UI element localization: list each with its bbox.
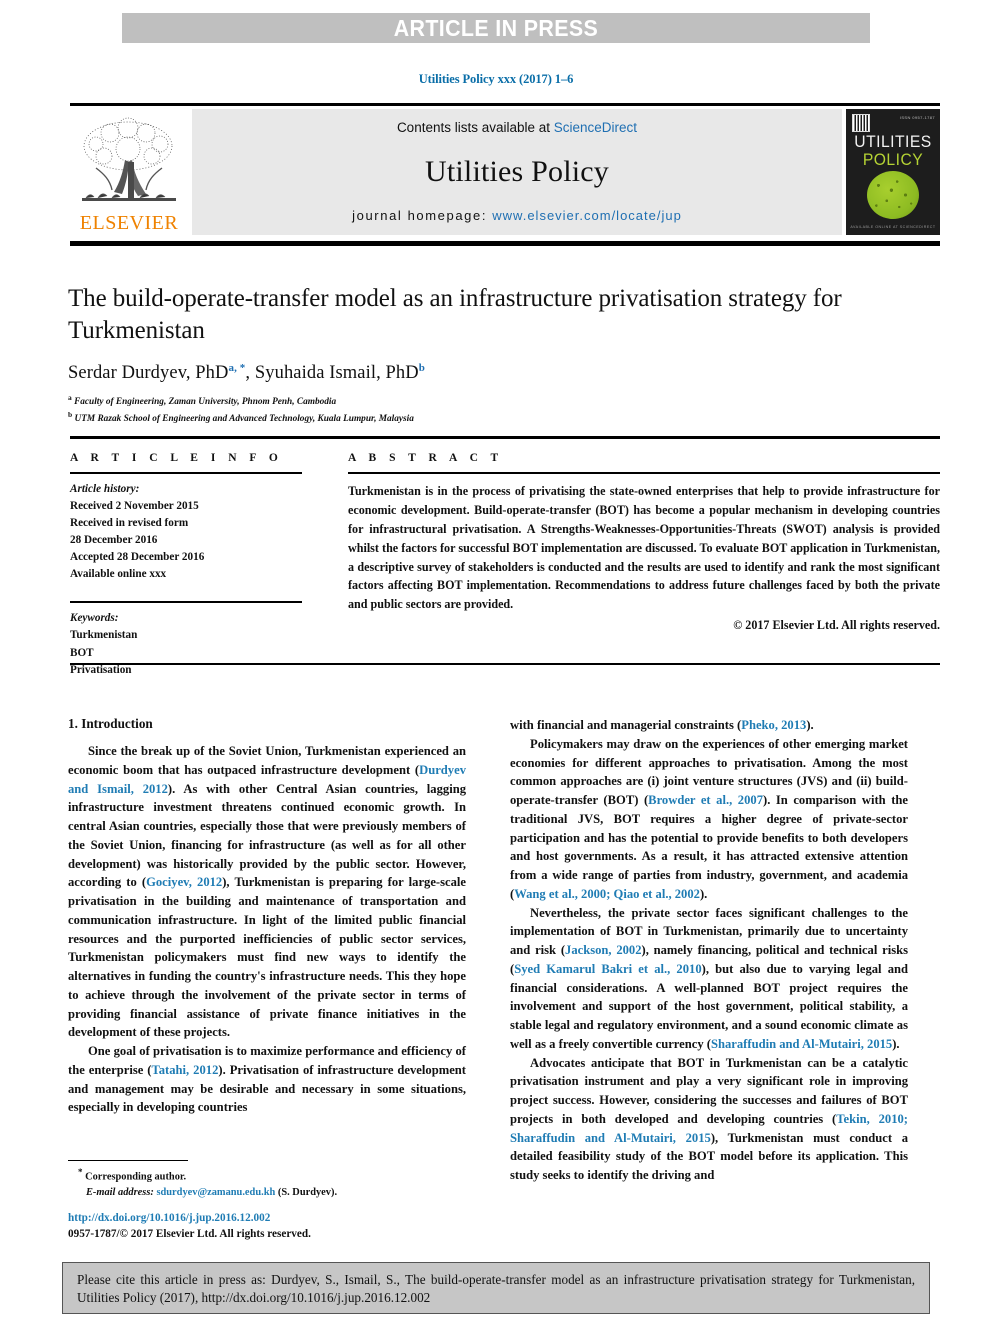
contents-panel: Contents lists available at ScienceDirec… (192, 109, 842, 235)
cite-this-article-text: Please cite this article in press as: Du… (77, 1272, 915, 1305)
history-item: Available online xxx (70, 568, 167, 581)
paragraph: One goal of privatisation is to maximize… (68, 1042, 466, 1117)
abstract-heading: A B S T R A C T (348, 452, 504, 464)
author-one-affiliation-marker[interactable]: a, * (229, 362, 246, 374)
email-link[interactable]: sdurdyev@zamanu.edu.kh (156, 1187, 275, 1198)
footnote-rule (68, 1160, 188, 1162)
email-owner: (S. Durdyev). (277, 1187, 338, 1199)
article-history: Article history: Received 2 November 201… (70, 481, 302, 583)
abstract-rule (348, 472, 940, 475)
homepage-prefix: journal homepage: (352, 208, 493, 223)
history-item: Accepted 28 December 2016 (70, 551, 205, 564)
abstract-copyright: © 2017 Elsevier Ltd. All rights reserved… (733, 618, 940, 633)
cover-title-line2: POLICY (862, 151, 924, 169)
article-info-rule (70, 472, 302, 475)
cover-title-line1: UTILITIES (854, 133, 932, 151)
cover-green-sphere-graphic (867, 171, 919, 219)
journal-title: Utilities Policy (424, 154, 610, 188)
affiliation-b-marker: b (68, 409, 73, 419)
affiliation-a-marker: a (68, 393, 72, 403)
journal-homepage-link[interactable]: www.elsevier.com/locate/jup (492, 208, 682, 223)
keyword-item: Turkmenistan (70, 629, 138, 642)
article-in-press-label: ARTICLE IN PRESS (393, 14, 599, 41)
abstract-text: Turkmenistan is in the process of privat… (348, 484, 940, 612)
paragraph-text: ), Turkmenistan is preparing for large-s… (68, 875, 466, 1040)
journal-homepage-line: journal homepage: www.elsevier.com/locat… (352, 208, 682, 223)
keywords-label: Keywords: (70, 612, 119, 625)
paragraph: Nevertheless, the private sector faces s… (510, 904, 908, 1054)
affiliations: a Faculty of Engineering, Zaman Universi… (68, 393, 940, 426)
article-in-press-banner: ARTICLE IN PRESS (122, 13, 870, 43)
affiliation-a-text: Faculty of Engineering, Zaman University… (74, 397, 337, 408)
barcode-icon (852, 114, 870, 132)
elsevier-wordmark: ELSEVIER (79, 212, 179, 234)
title-block: The build-operate-transfer model as an i… (68, 283, 940, 426)
citation-link[interactable]: Sharaffudin and Al-Mutairi, 2015 (711, 1037, 892, 1051)
affiliation-a: a Faculty of Engineering, Zaman Universi… (68, 393, 940, 410)
paragraph-text: ). As with other Central Asian countries… (68, 781, 467, 890)
contents-available-line: Contents lists available at ScienceDirec… (397, 120, 637, 135)
cover-issn-label: ISSN 0957-1787 (899, 115, 935, 120)
affiliation-b: b UTM Razak School of Engineering and Ad… (68, 410, 940, 427)
citation-link[interactable]: Gociyev, 2012 (146, 875, 222, 889)
elsevier-tree-icon (82, 117, 176, 201)
doi-link[interactable]: http://dx.doi.org/10.1016/j.jup.2016.12.… (68, 1210, 466, 1226)
sciencedirect-link[interactable]: ScienceDirect (554, 120, 637, 135)
paragraph-text: ). In comparison with the traditional JV… (510, 793, 908, 901)
affiliation-b-text: UTM Razak School of Engineering and Adva… (74, 413, 414, 424)
article-history-label: Article history: (70, 483, 140, 496)
paragraph: with financial and managerial constraint… (510, 716, 908, 735)
email-label: E-mail address: (86, 1187, 154, 1199)
masthead-bottom-bar (70, 241, 940, 246)
article-info-heading: A R T I C L E I N F O (70, 452, 283, 464)
journal-cover-thumbnail: ISSN 0957-1787 UTILITIES POLICY AVAILABL… (846, 109, 940, 235)
cite-this-article-box: Please cite this article in press as: Du… (62, 1262, 930, 1314)
paragraph-text: with financial and managerial constraint… (510, 718, 742, 732)
abstract-section-top-rule (70, 436, 940, 439)
abstract-column: A B S T R A C T Turkmenistan is in the p… (348, 452, 940, 635)
paragraph-text: Since the break up of the Soviet Union, … (68, 744, 466, 777)
corresponding-author-label: Corresponding author. (85, 1171, 187, 1183)
keyword-item: BOT (70, 646, 94, 659)
contents-prefix: Contents lists available at (396, 120, 554, 135)
paragraph-text: ). (806, 718, 814, 732)
paragraph: Advocates anticipate that BOT in Turkmen… (510, 1054, 908, 1185)
citation-link[interactable]: Browder et al., 2007 (648, 793, 763, 807)
citation-link[interactable]: Pheko, 2013 (741, 718, 806, 732)
keywords-block: Keywords: Turkmenistan BOT Privatisation (70, 610, 302, 678)
corresponding-author-note: * Corresponding author. (68, 1166, 466, 1185)
author-one: Serdar Durdyev, PhD (68, 363, 229, 384)
section-heading-introduction: 1. Introduction (68, 716, 153, 731)
citation-link[interactable]: Tatahi, 2012 (152, 1063, 219, 1077)
author-two: , Syuhaida Ismail, PhD (245, 363, 419, 384)
elsevier-logo: ELSEVIER (70, 109, 188, 235)
history-item: Received in revised form (70, 517, 189, 530)
paragraph: Policymakers may draw on the experiences… (510, 735, 908, 904)
cover-footer-label: AVAILABLE ONLINE AT SCIENCEDIRECT (850, 225, 936, 229)
history-item: 28 December 2016 (70, 534, 158, 547)
author-two-affiliation-marker[interactable]: b (419, 362, 425, 374)
citation-link[interactable]: Syed Kamarul Bakri et al., 2010 (514, 962, 701, 976)
body-column-right: with financial and managerial constraint… (510, 716, 908, 1185)
abstract-section-bottom-rule (70, 663, 940, 666)
page-title: The build-operate-transfer model as an i… (68, 285, 842, 344)
citation-link[interactable]: Jackson, 2002 (565, 943, 642, 957)
asterisk-icon: * (78, 1167, 83, 1177)
history-item: Received 2 November 2015 (70, 500, 199, 513)
footnote-block: * Corresponding author. E-mail address: … (68, 1166, 466, 1201)
email-note: E-mail address: sdurdyev@zamanu.edu.kh (… (68, 1185, 466, 1201)
citation-link[interactable]: Wang et al., 2000; Qiao et al., 2002 (514, 887, 700, 901)
article-info-column: A R T I C L E I N F O Article history: R… (70, 452, 302, 679)
body-column-left: 1. Introduction Since the break up of th… (68, 716, 466, 1117)
doi-block: http://dx.doi.org/10.1016/j.jup.2016.12.… (68, 1210, 466, 1242)
paragraph: Since the break up of the Soviet Union, … (68, 742, 466, 1042)
keywords-rule (70, 601, 302, 604)
paragraph-text: ). (699, 886, 708, 901)
paragraph-text: ). (892, 1036, 900, 1051)
journal-masthead: ELSEVIER Contents lists available at Sci… (70, 103, 940, 238)
author-list: Serdar Durdyev, PhDa, *, Syuhaida Ismail… (68, 362, 940, 384)
issn-copyright-line: 0957-1787/© 2017 Elsevier Ltd. All right… (68, 1228, 311, 1241)
journal-reference-line: Utilities Policy xxx (2017) 1–6 (418, 72, 574, 86)
